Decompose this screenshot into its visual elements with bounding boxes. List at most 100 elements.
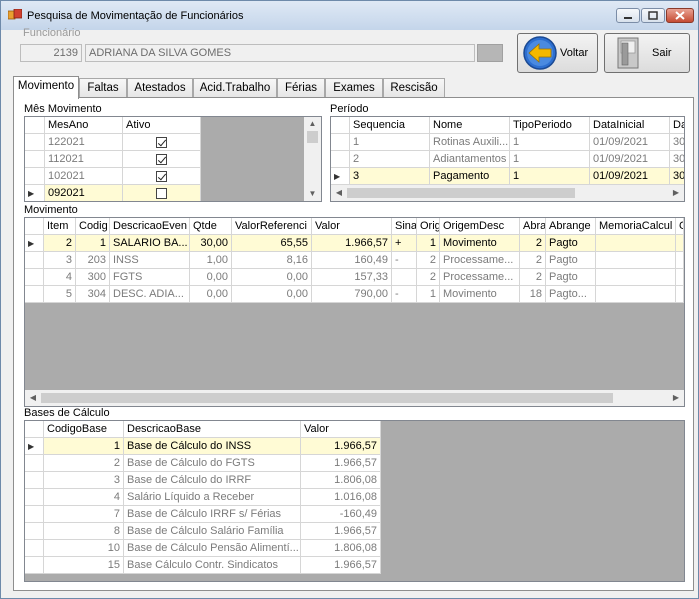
col-header-origem[interactable]: Orig — [417, 218, 440, 235]
periodo-hscroll[interactable]: ◀ ▶ — [331, 185, 684, 201]
origemdesc-cell[interactable]: Movimento — [440, 235, 520, 252]
descricaobase-cell[interactable]: Base de Cálculo Pensão Alimentí... — [124, 540, 301, 557]
abrangencia-cell[interactable]: 18 — [520, 286, 546, 303]
valor-cell[interactable]: 1.806,08 — [301, 472, 381, 489]
mes-movimento-grid[interactable]: MesAno Ativo 122021 112021 102021 ▶ 0920… — [24, 116, 322, 202]
ativo-checkbox[interactable] — [156, 170, 167, 182]
codigobase-cell[interactable]: 10 — [44, 540, 124, 557]
nome-cell[interactable]: Pagamento — [430, 168, 510, 185]
o-cell[interactable] — [676, 235, 684, 252]
tipoperiodo-cell[interactable]: 1 — [510, 151, 590, 168]
abrange-cell[interactable]: Pagto — [546, 269, 596, 286]
qtde-cell[interactable]: 1,00 — [190, 252, 232, 269]
scroll-right-icon[interactable]: ▶ — [670, 393, 682, 402]
scroll-thumb[interactable] — [41, 393, 613, 403]
periodo-grid[interactable]: Sequencia Nome TipoPeriodo DataInicial D… — [330, 116, 685, 202]
row-header[interactable] — [25, 472, 44, 489]
col-header-codigo[interactable]: Codig — [76, 218, 110, 235]
origem-cell[interactable]: 1 — [417, 286, 440, 303]
o-cell[interactable] — [676, 286, 684, 303]
abrange-cell[interactable]: Pagto — [546, 252, 596, 269]
funcionario-lookup-button[interactable] — [477, 44, 503, 62]
row-header-current[interactable]: ▶ — [25, 438, 44, 455]
close-button[interactable] — [666, 8, 694, 23]
memoriacalculo-cell[interactable] — [596, 235, 676, 252]
abrangencia-cell[interactable]: 2 — [520, 269, 546, 286]
row-header[interactable] — [25, 489, 44, 506]
bases-grid[interactable]: CodigoBase DescricaoBase Valor ▶ 1 Base … — [24, 420, 685, 582]
tab-ferias[interactable]: Férias — [277, 78, 325, 98]
voltar-button[interactable]: Voltar — [517, 33, 598, 73]
tipoperiodo-cell[interactable]: 1 — [510, 168, 590, 185]
col-header-mesano[interactable]: MesAno — [45, 117, 123, 134]
item-cell[interactable]: 3 — [44, 252, 76, 269]
nome-cell[interactable]: Rotinas Auxili... — [430, 134, 510, 151]
datainicial-cell[interactable]: 01/09/2021 — [590, 134, 670, 151]
ativo-cell[interactable] — [123, 134, 201, 151]
mesano-cell[interactable]: 122021 — [45, 134, 123, 151]
tab-rescisao[interactable]: Rescisão — [383, 78, 445, 98]
col-header-abrange[interactable]: Abrange — [546, 218, 596, 235]
row-header[interactable] — [25, 168, 45, 185]
codigobase-cell[interactable]: 15 — [44, 557, 124, 574]
col-header-datainicial[interactable]: DataInicial — [590, 117, 670, 134]
movimento-grid[interactable]: Item Codig DescricaoEven Qtde ValorRefer… — [24, 217, 685, 407]
valor-cell[interactable]: 1.966,57 — [312, 235, 392, 252]
valorreferencia-cell[interactable]: 0,00 — [232, 269, 312, 286]
origemdesc-cell[interactable]: Processame... — [440, 252, 520, 269]
valor-cell[interactable]: 157,33 — [312, 269, 392, 286]
codigobase-cell[interactable]: 3 — [44, 472, 124, 489]
valorreferencia-cell[interactable]: 0,00 — [232, 286, 312, 303]
mes-movimento-vscroll[interactable]: ▲ ▼ — [304, 117, 321, 201]
abrangencia-cell[interactable]: 2 — [520, 252, 546, 269]
ativo-cell[interactable] — [123, 151, 201, 168]
row-header-current[interactable]: ▶ — [25, 185, 45, 201]
sinal-cell[interactable]: - — [392, 252, 417, 269]
scroll-left-icon[interactable]: ◀ — [333, 188, 345, 197]
tab-faltas[interactable]: Faltas — [79, 78, 127, 98]
valor-cell[interactable]: 1.966,57 — [301, 557, 381, 574]
col-header-item[interactable]: Item — [44, 218, 76, 235]
datafinal-cell[interactable]: 30/0 — [670, 151, 684, 168]
abrange-cell[interactable]: Pagto — [546, 235, 596, 252]
codigobase-cell[interactable]: 2 — [44, 455, 124, 472]
abrange-cell[interactable]: Pagto... — [546, 286, 596, 303]
mesano-cell[interactable]: 092021 — [45, 185, 123, 201]
valor-cell[interactable]: 1.806,08 — [301, 540, 381, 557]
sequencia-cell[interactable]: 3 — [350, 168, 430, 185]
descricaobase-cell[interactable]: Salário Líquido a Receber — [124, 489, 301, 506]
row-header[interactable] — [25, 557, 44, 574]
codigo-cell[interactable]: 300 — [76, 269, 110, 286]
col-header-qtde[interactable]: Qtde — [190, 218, 232, 235]
item-cell[interactable]: 4 — [44, 269, 76, 286]
funcionario-name-field[interactable]: ADRIANA DA SILVA GOMES — [85, 44, 475, 62]
mesano-cell[interactable]: 112021 — [45, 151, 123, 168]
sinal-cell[interactable]: - — [392, 286, 417, 303]
descricaobase-cell[interactable]: Base de Cálculo IRRF s/ Férias — [124, 506, 301, 523]
funcionario-code-field[interactable]: 2139 — [20, 44, 82, 62]
origemdesc-cell[interactable]: Movimento — [440, 286, 520, 303]
col-header-abrangencia[interactable]: Abra — [520, 218, 546, 235]
qtde-cell[interactable]: 30,00 — [190, 235, 232, 252]
datainicial-cell[interactable]: 01/09/2021 — [590, 151, 670, 168]
valorreferencia-cell[interactable]: 8,16 — [232, 252, 312, 269]
origem-cell[interactable]: 2 — [417, 252, 440, 269]
col-header-memoriacalculo[interactable]: MemoriaCalcul — [596, 218, 676, 235]
codigo-cell[interactable]: 1 — [76, 235, 110, 252]
valor-cell[interactable]: 1.966,57 — [301, 455, 381, 472]
minimize-button[interactable] — [616, 8, 640, 23]
ativo-checkbox[interactable] — [156, 153, 167, 165]
abrangencia-cell[interactable]: 2 — [520, 235, 546, 252]
col-header-o[interactable]: O — [676, 218, 684, 235]
row-header-current[interactable]: ▶ — [25, 235, 44, 252]
ativo-cell[interactable] — [123, 185, 201, 201]
row-header[interactable] — [25, 151, 45, 168]
sinal-cell[interactable] — [392, 269, 417, 286]
col-header-valor[interactable]: Valor — [312, 218, 392, 235]
codigobase-cell[interactable]: 7 — [44, 506, 124, 523]
row-header[interactable] — [25, 252, 44, 269]
row-header-current[interactable]: ▶ — [331, 168, 350, 185]
descricaobase-cell[interactable]: Base de Cálculo do INSS — [124, 438, 301, 455]
movimento-hscroll[interactable]: ◀ ▶ — [25, 390, 684, 406]
descricaobase-cell[interactable]: Base de Cálculo do IRRF — [124, 472, 301, 489]
